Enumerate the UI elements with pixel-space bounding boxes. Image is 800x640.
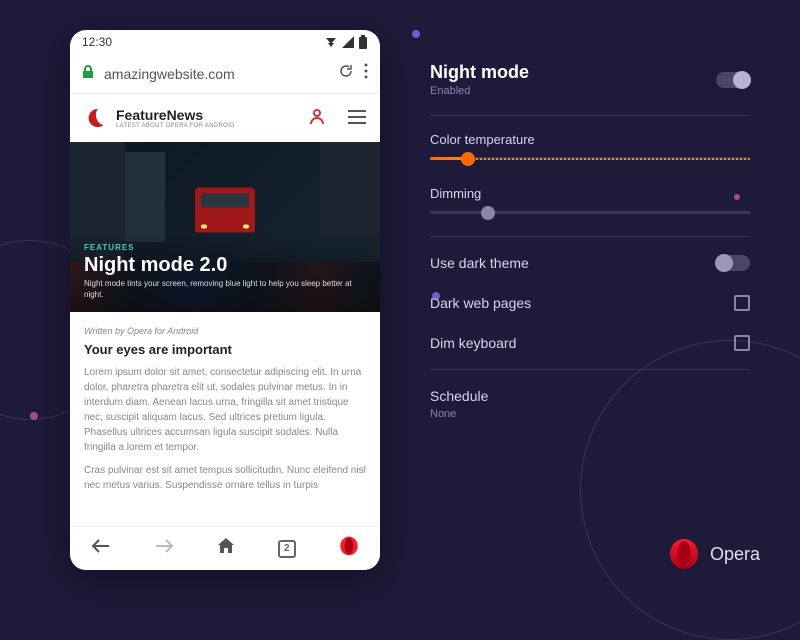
dark-theme-toggle[interactable] — [716, 255, 750, 271]
divider — [430, 115, 750, 116]
url-text: amazingwebsite.com — [104, 66, 328, 82]
article-paragraph: Cras pulvinar est sit amet tempus sollic… — [84, 463, 366, 493]
reload-icon[interactable] — [338, 63, 354, 84]
bg-dot — [412, 30, 420, 38]
site-header: FeatureNews LATEST ABOUT OPERA FOR ANDRO… — [70, 94, 380, 142]
user-icon[interactable] — [308, 107, 326, 130]
dark-pages-label: Dark web pages — [430, 295, 531, 311]
dim-keyboard-label: Dim keyboard — [430, 335, 516, 351]
hamburger-icon[interactable] — [348, 108, 366, 129]
slider-thumb[interactable] — [481, 206, 495, 220]
opera-button[interactable] — [339, 536, 359, 561]
status-bar: 12:30 — [70, 30, 380, 54]
article-title: Your eyes are important — [84, 342, 366, 357]
schedule-label: Schedule — [430, 388, 488, 404]
hero-image: FEATURES Night mode 2.0 Night mode tints… — [70, 142, 380, 312]
schedule-setting[interactable]: Schedule None — [430, 376, 750, 432]
color-temperature-setting: Color temperature — [430, 122, 750, 176]
lock-icon — [82, 65, 94, 82]
divider — [430, 369, 750, 370]
tabs-button[interactable]: 2 — [278, 540, 296, 558]
dimming-setting: Dimming — [430, 176, 750, 230]
article-byline: Written by Opera for Android — [84, 326, 366, 336]
bg-dot — [30, 412, 38, 420]
dark-theme-label: Use dark theme — [430, 255, 529, 271]
forward-button[interactable] — [154, 538, 174, 559]
status-time: 12:30 — [82, 35, 112, 49]
dimming-label: Dimming — [430, 186, 750, 201]
color-temperature-label: Color temperature — [430, 132, 750, 147]
hero-description: Night mode tints your screen, removing b… — [84, 279, 366, 300]
settings-panel: Night mode Enabled Color temperature Dim… — [430, 50, 750, 432]
bottom-nav: 2 — [70, 526, 380, 570]
hero-title: Night mode 2.0 — [84, 254, 366, 277]
article: Written by Opera for Android Your eyes a… — [70, 312, 380, 515]
dim-keyboard-setting: Dim keyboard — [430, 323, 750, 363]
moon-logo-icon — [84, 107, 106, 129]
site-title: FeatureNews — [116, 107, 235, 123]
divider — [430, 236, 750, 237]
color-temperature-slider[interactable] — [430, 157, 750, 160]
dark-theme-setting: Use dark theme — [430, 243, 750, 283]
more-icon[interactable] — [364, 63, 368, 84]
hero-kicker: FEATURES — [84, 243, 366, 252]
url-bar[interactable]: amazingwebsite.com — [70, 54, 380, 94]
phone-frame: 12:30 amazingwebsite.com FeatureNews LAT… — [70, 30, 380, 570]
night-mode-status: Enabled — [430, 85, 529, 97]
home-button[interactable] — [217, 537, 235, 560]
opera-brand: Opera — [668, 538, 760, 570]
signal-icon — [342, 36, 354, 48]
article-paragraph: Lorem ipsum dolor sit amet, consectetur … — [84, 365, 366, 455]
slider-thumb[interactable] — [461, 152, 475, 166]
dark-pages-setting: Dark web pages — [430, 283, 750, 323]
dimming-slider[interactable] — [430, 211, 750, 214]
wifi-icon — [324, 36, 338, 48]
dim-keyboard-checkbox[interactable] — [734, 335, 750, 351]
night-mode-title: Night mode — [430, 62, 529, 83]
tabs-count: 2 — [278, 540, 296, 558]
night-mode-toggle[interactable] — [716, 72, 750, 88]
battery-icon — [358, 35, 368, 49]
night-mode-setting: Night mode Enabled — [430, 50, 750, 109]
dark-pages-checkbox[interactable] — [734, 295, 750, 311]
site-tagline: LATEST ABOUT OPERA FOR ANDROID — [116, 123, 235, 129]
opera-logo-icon — [668, 538, 700, 570]
schedule-value: None — [430, 408, 456, 420]
brand-name: Opera — [710, 544, 760, 565]
back-button[interactable] — [91, 538, 111, 559]
